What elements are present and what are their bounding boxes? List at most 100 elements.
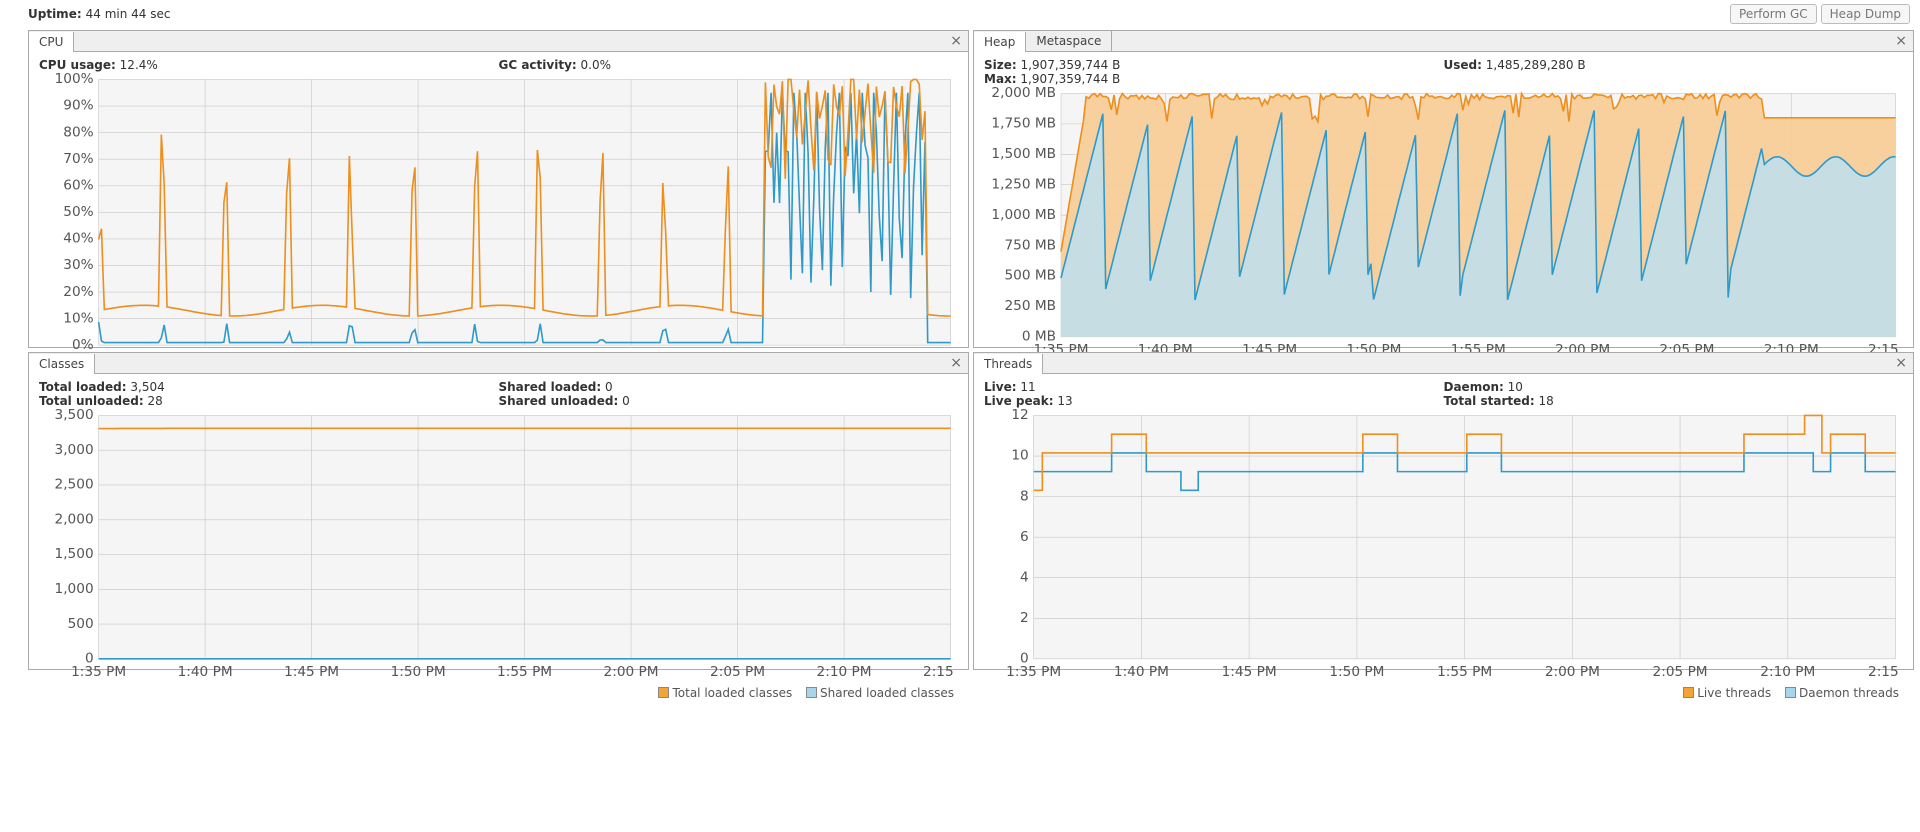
- cpu-chart: 0%10%20%30%40%50%60%70%80%90%100%1:35 PM…: [39, 72, 958, 370]
- shared-unloaded-value: 0: [622, 394, 630, 408]
- gc-activity-label: GC activity:: [499, 58, 577, 72]
- svg-text:8: 8: [1020, 488, 1029, 504]
- cpu-usage-value: 12.4%: [120, 58, 158, 72]
- total-unloaded-label: Total unloaded:: [39, 394, 144, 408]
- close-icon[interactable]: ×: [1895, 355, 1907, 371]
- svg-text:1:40 PM: 1:40 PM: [178, 664, 233, 680]
- svg-text:750 MB: 750 MB: [1004, 237, 1056, 253]
- live-value: 11: [1020, 380, 1035, 394]
- shared-unloaded-label: Shared unloaded:: [499, 394, 619, 408]
- svg-text:1,500: 1,500: [55, 546, 94, 562]
- svg-text:70%: 70%: [63, 151, 93, 167]
- svg-text:1:45 PM: 1:45 PM: [284, 664, 339, 680]
- topbar: Uptime: 44 min 44 sec Perform GC Heap Du…: [0, 0, 1920, 30]
- svg-text:3,000: 3,000: [55, 442, 94, 458]
- live-peak-label: Live peak:: [984, 394, 1054, 408]
- shared-loaded-value: 0: [605, 380, 613, 394]
- svg-text:1:55 PM: 1:55 PM: [1437, 664, 1492, 680]
- live-peak-value: 13: [1057, 394, 1072, 408]
- gc-activity-value: 0.0%: [581, 58, 612, 72]
- uptime-value: 44 min 44 sec: [86, 7, 171, 21]
- svg-text:90%: 90%: [63, 98, 93, 114]
- heap-chart: 0 MB250 MB500 MB750 MB1,000 MB1,250 MB1,…: [984, 86, 1903, 362]
- svg-text:1:40 PM: 1:40 PM: [1114, 664, 1169, 680]
- svg-text:30%: 30%: [63, 257, 93, 273]
- swatch-icon: [658, 687, 669, 698]
- svg-text:12: 12: [1011, 408, 1028, 423]
- svg-text:1,250 MB: 1,250 MB: [991, 176, 1056, 192]
- heap-panel: Heap Metaspace × Size: 1,907,359,744 B U…: [973, 30, 1914, 348]
- swatch-icon: [806, 687, 817, 698]
- uptime-label: Uptime:: [28, 7, 82, 21]
- heap-dump-button[interactable]: Heap Dump: [1821, 4, 1910, 24]
- threads-panel: Threads × Live: 11 Daemon: 10 Live peak:…: [973, 352, 1914, 670]
- total-loaded-label: Total loaded:: [39, 380, 127, 394]
- svg-text:2:10 PM: 2:10 PM: [817, 664, 872, 680]
- classes-legend: Total loaded classes Shared loaded class…: [39, 684, 958, 700]
- tab-heap[interactable]: Heap: [974, 32, 1026, 52]
- svg-text:1:50 PM: 1:50 PM: [391, 664, 446, 680]
- svg-text:10%: 10%: [63, 310, 93, 326]
- svg-text:1:35 PM: 1:35 PM: [71, 664, 126, 680]
- svg-text:4: 4: [1020, 569, 1029, 585]
- svg-text:2:15 PM: 2:15 PM: [1868, 664, 1903, 680]
- svg-text:2,500: 2,500: [55, 477, 94, 493]
- cpu-panel: CPU × CPU usage: 12.4% GC activity: 0.0%…: [28, 30, 969, 348]
- svg-text:2: 2: [1020, 610, 1029, 626]
- svg-text:20%: 20%: [63, 284, 93, 300]
- svg-text:2,000: 2,000: [55, 511, 94, 527]
- swatch-icon: [1785, 687, 1796, 698]
- svg-text:1,000 MB: 1,000 MB: [991, 207, 1056, 223]
- svg-text:1:45 PM: 1:45 PM: [1222, 664, 1277, 680]
- tab-threads[interactable]: Threads: [974, 354, 1043, 374]
- classes-panel: Classes × Total loaded: 3,504 Shared loa…: [28, 352, 969, 670]
- total-started-value: 18: [1538, 394, 1553, 408]
- heap-size-value: 1,907,359,744 B: [1021, 58, 1121, 72]
- svg-text:2:15 PM: 2:15 PM: [923, 664, 958, 680]
- svg-text:2:05 PM: 2:05 PM: [1653, 664, 1708, 680]
- svg-text:6: 6: [1020, 529, 1029, 545]
- classes-chart: 05001,0001,5002,0002,5003,0003,5001:35 P…: [39, 408, 958, 684]
- daemon-value: 10: [1508, 380, 1523, 394]
- tab-cpu[interactable]: CPU: [29, 32, 74, 52]
- close-icon[interactable]: ×: [950, 355, 962, 371]
- cpu-usage-label: CPU usage:: [39, 58, 116, 72]
- heap-max-value: 1,907,359,744 B: [1020, 72, 1120, 86]
- total-started-label: Total started:: [1444, 394, 1535, 408]
- threads-legend: Live threads Daemon threads: [984, 684, 1903, 700]
- perform-gc-button[interactable]: Perform GC: [1730, 4, 1817, 24]
- svg-text:2:00 PM: 2:00 PM: [1545, 664, 1600, 680]
- swatch-icon: [1683, 687, 1694, 698]
- svg-text:250 MB: 250 MB: [1004, 298, 1056, 314]
- total-loaded-value: 3,504: [130, 380, 164, 394]
- svg-text:500 MB: 500 MB: [1004, 268, 1056, 284]
- total-unloaded-value: 28: [147, 394, 162, 408]
- svg-text:60%: 60%: [63, 177, 93, 193]
- svg-text:1:55 PM: 1:55 PM: [497, 664, 552, 680]
- svg-text:10: 10: [1011, 448, 1028, 464]
- tab-classes[interactable]: Classes: [29, 354, 95, 374]
- svg-text:1,500 MB: 1,500 MB: [991, 146, 1056, 162]
- svg-text:1:35 PM: 1:35 PM: [1006, 664, 1061, 680]
- heap-used-label: Used:: [1444, 58, 1482, 72]
- svg-text:2:05 PM: 2:05 PM: [710, 664, 765, 680]
- heap-used-value: 1,485,289,280 B: [1486, 58, 1586, 72]
- close-icon[interactable]: ×: [1895, 33, 1907, 49]
- svg-text:1,000: 1,000: [55, 581, 94, 597]
- tab-metaspace[interactable]: Metaspace: [1026, 31, 1112, 51]
- daemon-label: Daemon:: [1444, 380, 1504, 394]
- live-label: Live:: [984, 380, 1017, 394]
- svg-text:500: 500: [68, 616, 94, 632]
- svg-text:50%: 50%: [63, 204, 93, 220]
- shared-loaded-label: Shared loaded:: [499, 380, 602, 394]
- svg-text:2:00 PM: 2:00 PM: [604, 664, 659, 680]
- svg-text:80%: 80%: [63, 124, 93, 140]
- heap-size-label: Size:: [984, 58, 1017, 72]
- svg-text:1,750 MB: 1,750 MB: [991, 116, 1056, 132]
- threads-chart: 0246810121:35 PM1:40 PM1:45 PM1:50 PM1:5…: [984, 408, 1903, 684]
- svg-text:100%: 100%: [55, 72, 94, 87]
- svg-text:3,500: 3,500: [55, 408, 94, 423]
- close-icon[interactable]: ×: [950, 33, 962, 49]
- svg-text:40%: 40%: [63, 231, 93, 247]
- svg-text:1:50 PM: 1:50 PM: [1329, 664, 1384, 680]
